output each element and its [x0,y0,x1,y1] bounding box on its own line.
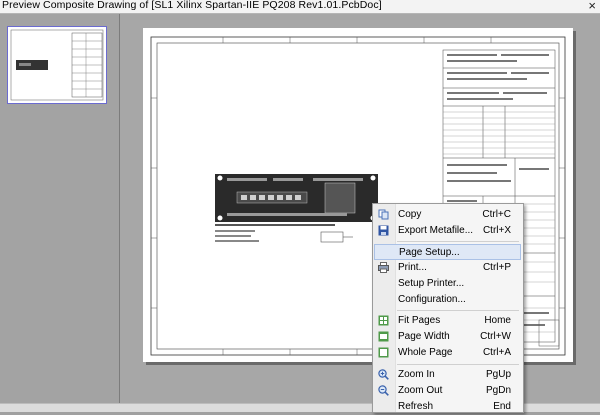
copy-icon [378,209,389,220]
menu-item-label: Zoom In [398,369,435,380]
menu-item-page-width[interactable]: Page Width Ctrl+W [374,329,521,345]
menu-item-refresh[interactable]: Refresh End [374,399,521,415]
menu-item-label: Print... [398,262,427,273]
save-icon [378,225,389,236]
menu-item-shortcut: Ctrl+A [482,347,511,358]
preview-area[interactable] [120,14,600,411]
zoom-out-icon [378,385,389,396]
menu-separator [397,364,519,365]
menu-separator [397,310,519,311]
menu-item-whole-page[interactable]: Whole Page Ctrl+A [374,345,521,361]
menu-item-label: Zoom Out [398,385,443,396]
close-icon[interactable]: × [588,0,596,13]
page-thumbnail[interactable] [7,26,107,104]
menu-item-shortcut: End [493,401,511,412]
menu-item-shortcut: Ctrl+X [482,225,511,236]
menu-item-label: Refresh [398,401,434,412]
zoom-in-icon [378,369,389,380]
menu-item-fit-pages[interactable]: Fit Pages Home [374,313,521,329]
menu-item-shortcut: Ctrl+P [482,262,511,273]
menu-item-label: Whole Page [398,347,453,358]
menu-item-shortcut: Ctrl+C [482,209,511,220]
whole-page-icon [378,347,389,358]
title-bar: Preview Composite Drawing of [SL1 Xilinx… [0,0,600,14]
menu-item-label: Page Width [398,331,450,342]
fit-pages-icon [378,315,389,326]
menu-item-label: Page Setup... [399,247,460,258]
menu-separator [397,241,519,242]
menu-item-label: Fit Pages [398,315,441,326]
menu-item-label: Export Metafile... [398,225,474,236]
menu-item-shortcut: PgDn [485,385,511,396]
menu-item-page-setup[interactable]: Page Setup... [374,244,521,260]
menu-item-zoom-out[interactable]: Zoom Out PgDn [374,383,521,399]
window-title: Preview Composite Drawing of [SL1 Xilinx… [2,0,382,11]
thumbnail-preview-image [10,29,104,101]
menu-item-shortcut: Home [484,315,511,326]
menu-item-label: Configuration... [398,294,466,305]
page-width-icon [378,331,389,342]
menu-item-zoom-in[interactable]: Zoom In PgUp [374,367,521,383]
menu-item-print[interactable]: Print... Ctrl+P [374,260,521,276]
menu-item-label: Copy [398,209,422,220]
context-menu: Copy Ctrl+C Export Metafile... Ctrl+X Pa… [372,203,524,413]
menu-item-copy[interactable]: Copy Ctrl+C [374,207,521,223]
printer-icon [378,262,389,273]
menu-item-configuration[interactable]: Configuration... [374,292,521,308]
menu-item-shortcut: Ctrl+W [480,331,511,342]
menu-item-export-metafile[interactable]: Export Metafile... Ctrl+X [374,223,521,239]
menu-item-label: Setup Printer... [398,278,465,289]
menu-item-shortcut: PgUp [485,369,511,380]
menu-item-setup-printer[interactable]: Setup Printer... [374,276,521,292]
thumbnail-pane [0,14,120,411]
